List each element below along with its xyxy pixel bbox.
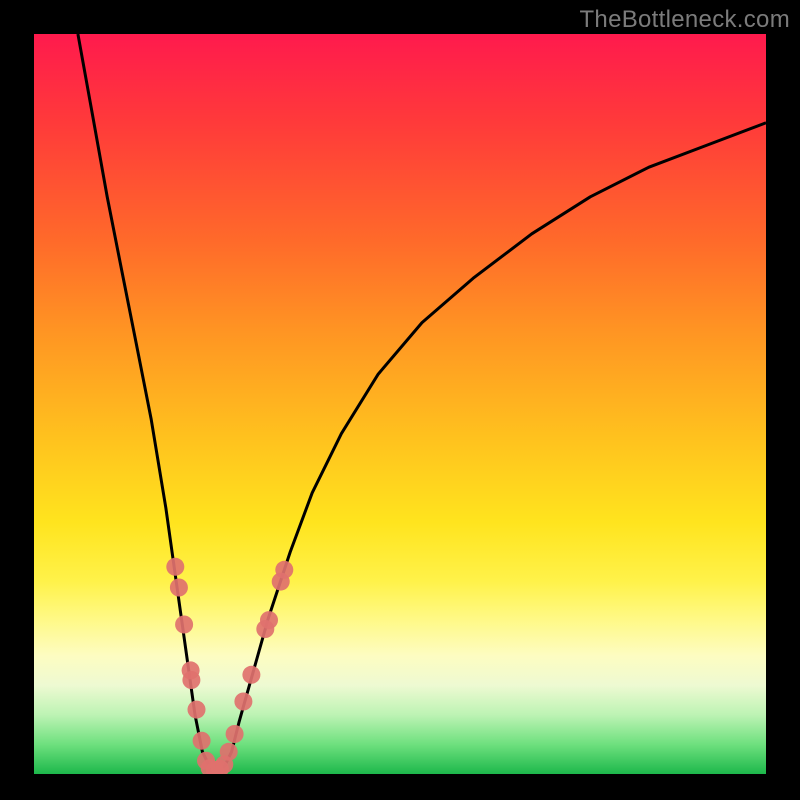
data-marker [188,701,206,719]
plot-area [34,34,766,774]
data-marker [175,616,193,634]
data-marker [166,558,184,576]
data-marker [275,561,293,579]
data-marker [170,579,188,597]
data-marker [220,743,238,761]
data-marker [226,725,244,743]
watermark-text: TheBottleneck.com [579,6,790,34]
curve-layer [34,34,766,774]
bottleneck-curve [78,34,766,770]
data-marker [234,693,252,711]
data-marker [193,732,211,750]
data-marker [182,671,200,689]
data-marker [242,666,260,684]
chart-frame: TheBottleneck.com [0,0,800,800]
data-marker [260,611,278,629]
